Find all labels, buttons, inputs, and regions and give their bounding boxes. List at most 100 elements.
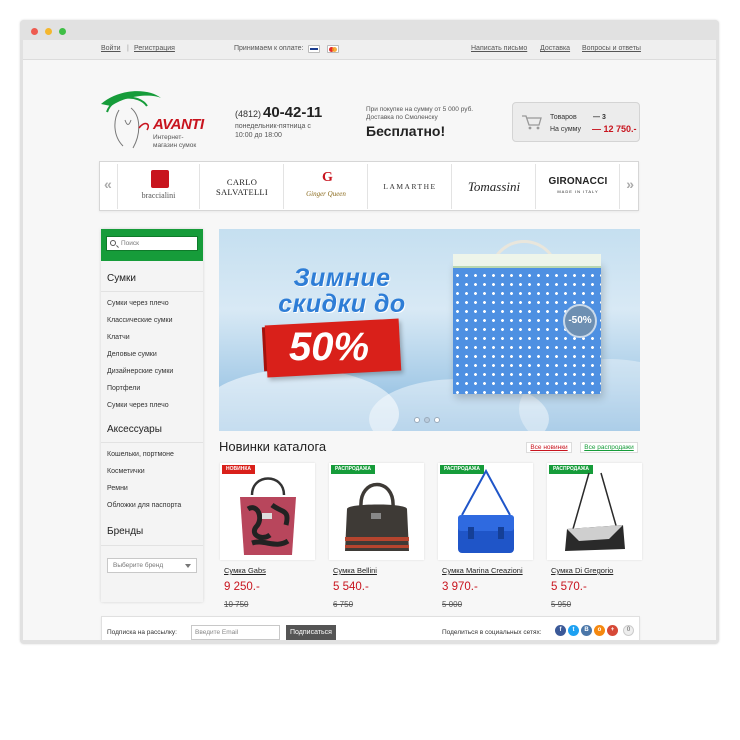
rose-logo-icon — [151, 170, 169, 188]
cart-sum-label: На сумму — [550, 126, 582, 133]
category-item[interactable]: Портфели — [107, 385, 140, 392]
register-link[interactable]: Регистрация — [134, 45, 175, 52]
search-icon[interactable] — [110, 240, 116, 246]
browser-window: Войти | Регистрация Принимаем к оплате: … — [20, 20, 719, 644]
slider-dot[interactable] — [414, 417, 420, 423]
search-box: Поиск — [101, 229, 203, 261]
top-separator: | — [127, 45, 129, 52]
all-sales-button[interactable]: Все распродажи — [580, 442, 638, 453]
footer-bar: Подписка на рассылку: Введите Email Подп… — [101, 616, 640, 640]
minimize-window-icon[interactable] — [45, 28, 52, 35]
slider-dot[interactable] — [424, 417, 430, 423]
product-old-price: 10 750 — [224, 600, 249, 609]
category-item[interactable]: Дизайнерские сумки — [107, 368, 173, 375]
odnoklassniki-icon[interactable]: o — [594, 625, 605, 636]
product-card[interactable]: НОВИНКА — [220, 463, 315, 560]
category-item[interactable]: Деловые сумки — [107, 351, 157, 358]
product-price: 5 540.- — [333, 581, 369, 593]
category-brands-title[interactable]: Бренды — [107, 526, 143, 537]
product-name[interactable]: Сумка Marina Creazioni — [442, 566, 523, 575]
slider-dot[interactable] — [434, 417, 440, 423]
visa-icon — [308, 45, 320, 53]
subscribe-button[interactable]: Подписаться — [286, 625, 336, 640]
write-letter-link[interactable]: Написать письмо — [471, 45, 527, 52]
product-price: 3 970.- — [442, 581, 478, 593]
google-plus-icon[interactable]: + — [607, 625, 618, 636]
subscribe-label: Подписка на рассылку: — [107, 629, 177, 636]
brand-select[interactable]: Выберите бренд — [107, 558, 197, 573]
login-link[interactable]: Войти — [101, 45, 121, 52]
product-old-price: 5 000 — [442, 600, 463, 609]
free-delivery-note: При покупке на сумму от 5 000 руб. Доста… — [366, 106, 474, 121]
product-image — [458, 469, 514, 553]
product-card[interactable]: РАСПРОДАЖА — [438, 463, 533, 560]
brands-prev-arrow[interactable]: « — [104, 176, 112, 192]
product-name[interactable]: Сумка Gabs — [224, 566, 266, 575]
ginger-queen-logo-icon: G — [322, 170, 333, 185]
brands-carousel: « braccialini CARLO SALVATELLI G Ginger … — [99, 161, 639, 211]
category-item[interactable]: Сумки через плечо — [107, 402, 169, 409]
window-titlebar — [20, 20, 719, 40]
logo-subtitle: Интернет-магазин сумок — [153, 134, 197, 149]
product-card[interactable]: РАСПРОДАЖА — [547, 463, 642, 560]
category-item[interactable]: Клатчи — [107, 334, 130, 341]
brand-ginger-queen[interactable]: G Ginger Queen — [285, 164, 368, 209]
faq-link[interactable]: Вопросы и ответы — [582, 45, 641, 52]
vk-icon[interactable]: B — [581, 625, 592, 636]
brands-next-arrow[interactable]: » — [626, 176, 634, 192]
phone-number: 40-42-11 — [263, 104, 323, 121]
banner-discount: 50% — [289, 325, 370, 369]
cart-items-label: Товаров — [550, 114, 577, 121]
category-item[interactable]: Классические сумки — [107, 317, 173, 324]
discount-tag: -50% — [563, 304, 597, 338]
close-window-icon[interactable] — [31, 28, 38, 35]
sidebar: Поиск Сумки Сумки через плечо Классическ… — [101, 229, 203, 602]
brand-gironacci[interactable]: GIRONACCI MADE IN ITALY — [537, 164, 620, 209]
email-input[interactable]: Введите Email — [191, 625, 280, 640]
category-bags-title[interactable]: Сумки — [107, 273, 136, 284]
product-name[interactable]: Сумка Di Gregorio — [551, 566, 613, 575]
share-label: Поделиться в социальных сетях: — [442, 629, 542, 636]
delivery-link[interactable]: Доставка — [540, 45, 570, 52]
facebook-icon[interactable]: f — [555, 625, 566, 636]
share-count: 0 — [623, 625, 634, 636]
product-image — [345, 482, 409, 551]
cart-icon — [522, 115, 542, 130]
mastercard-icon — [327, 45, 339, 53]
product-card[interactable]: РАСПРОДАЖА — [329, 463, 424, 560]
phone-code: (4812) — [235, 109, 262, 119]
top-bar: Войти | Регистрация Принимаем к оплате: … — [23, 40, 716, 60]
product-old-price: 5 950 — [551, 600, 572, 609]
cart-widget[interactable]: Товаров — 3 На сумму — 12 750.- — [512, 102, 640, 142]
category-item[interactable]: Обложки для паспорта — [107, 502, 181, 509]
brand-lamarthe[interactable]: LAMARTHE — [369, 164, 452, 209]
cart-items-count: — 3 — [593, 114, 606, 121]
all-new-button[interactable]: Все новинки — [526, 442, 572, 453]
search-input[interactable]: Поиск — [106, 236, 198, 251]
category-item[interactable]: Ремни — [107, 485, 128, 492]
free-delivery-title: Бесплатно! — [366, 123, 446, 139]
promo-banner[interactable]: Зимние скидки до 50% -50% — [219, 229, 640, 431]
product-price: 5 570.- — [551, 581, 587, 593]
category-item[interactable]: Косметички — [107, 468, 145, 475]
category-item[interactable]: Сумки через плечо — [107, 300, 169, 307]
product-old-price: 6 750 — [333, 600, 354, 609]
twitter-icon[interactable]: t — [568, 625, 579, 636]
product-price: 9 250.- — [224, 581, 260, 593]
product-image — [565, 472, 625, 551]
payment-label: Принимаем к оплате: — [234, 45, 304, 52]
category-item[interactable]: Кошельки, портмоне — [107, 451, 174, 458]
web-page: Войти | Регистрация Принимаем к оплате: … — [23, 40, 716, 640]
maximize-window-icon[interactable] — [59, 28, 66, 35]
product-name[interactable]: Сумка Bellini — [333, 566, 377, 575]
brand-braccialini[interactable]: braccialini — [117, 164, 200, 209]
brand-carlo-salvatelli[interactable]: CARLO SALVATELLI — [201, 164, 284, 209]
cart-sum-value: — 12 750.- — [592, 124, 637, 134]
category-accessories-title[interactable]: Аксессуары — [107, 424, 162, 435]
new-arrivals-title: Новинки каталога — [219, 439, 327, 454]
product-image — [240, 477, 296, 555]
banner-title: Зимние скидки до — [278, 264, 406, 318]
logo-text[interactable]: AVANTI — [153, 116, 204, 133]
brand-tomassini[interactable]: Tomassini — [453, 164, 536, 209]
work-hours: понедельник-пятница с 10:00 до 18:00 — [235, 123, 311, 139]
